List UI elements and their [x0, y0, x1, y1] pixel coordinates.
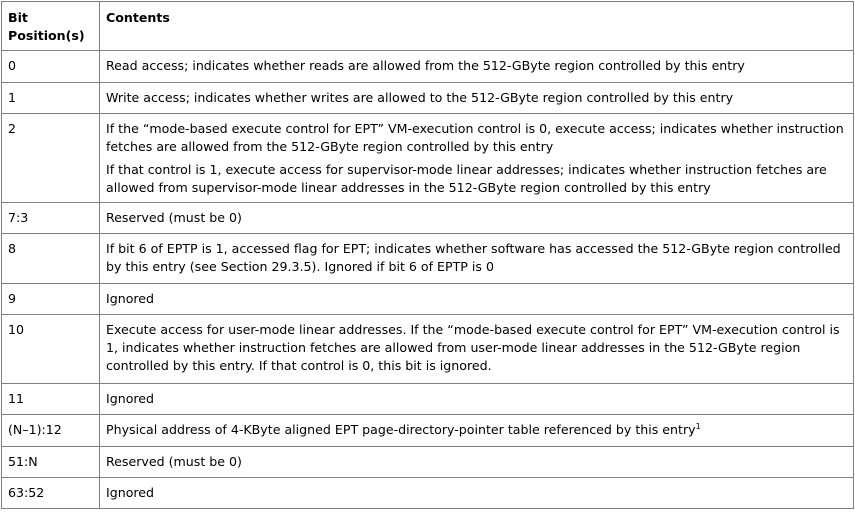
row-contents-cell: Reserved (must be 0) [99, 202, 854, 234]
row-contents-paragraph: If that control is 1, execute access for… [106, 162, 827, 195]
table-row: 9 Ignored [1, 283, 854, 315]
row-bit-cell: 63:52 [1, 477, 100, 509]
row-contents-cell: Write access; indicates whether writes a… [99, 82, 854, 114]
row-contents-cell: Ignored [99, 383, 854, 415]
row-contents-cell: If the “mode-based execute control for E… [99, 113, 854, 203]
row-bit-cell: 2 [1, 113, 100, 203]
row-bit-cell: 51:N [1, 446, 100, 478]
row-bit-cell: 9 [1, 283, 100, 315]
row-bit-cell: (N–1):12 [1, 414, 100, 447]
header-contents: Contents [99, 1, 854, 51]
ept-pml4-entry-format-table: Bit Position(s) Contents 0 Read access; … [1, 1, 854, 509]
table-row: (N–1):12 Physical address of 4-KByte ali… [1, 414, 854, 447]
row-bit-cell: 7:3 [1, 202, 100, 234]
table-row: 11 Ignored [1, 383, 854, 415]
row-bit-cell: 8 [1, 233, 100, 284]
table-row: 7:3 Reserved (must be 0) [1, 202, 854, 234]
row-contents-cell: Ignored [99, 477, 854, 509]
row-contents-cell: Read access; indicates whether reads are… [99, 50, 854, 83]
row-contents-cell: If bit 6 of EPTP is 1, accessed flag for… [99, 233, 854, 284]
row-bit-cell: 0 [1, 50, 100, 83]
table-row: 0 Read access; indicates whether reads a… [1, 50, 854, 83]
row-bit-cell: 1 [1, 82, 100, 114]
header-bit-position: Bit Position(s) [1, 1, 100, 51]
row-contents-cell: Physical address of 4-KByte aligned EPT … [99, 414, 854, 447]
table-row: 2 If the “mode-based execute control for… [1, 113, 854, 203]
table-header-row: Bit Position(s) Contents [1, 1, 854, 51]
row-contents-paragraph: If the “mode-based execute control for E… [106, 121, 844, 154]
row-bit-cell: 10 [1, 314, 100, 384]
row-bit-cell: 11 [1, 383, 100, 415]
table-row: 8 If bit 6 of EPTP is 1, accessed flag f… [1, 233, 854, 284]
table-row: 1 Write access; indicates whether writes… [1, 82, 854, 114]
table-row: 63:52 Ignored [1, 477, 854, 509]
footnote-marker: 1 [695, 422, 701, 431]
row-contents-cell: Ignored [99, 283, 854, 315]
document-page: Bit Position(s) Contents 0 Read access; … [0, 0, 855, 517]
table-row: 10 Execute access for user-mode linear a… [1, 314, 854, 384]
table-row: 51:N Reserved (must be 0) [1, 446, 854, 478]
row-contents-cell: Reserved (must be 0) [99, 446, 854, 478]
row-contents-cell: Execute access for user-mode linear addr… [99, 314, 854, 384]
row-contents-text: Physical address of 4-KByte aligned EPT … [106, 422, 696, 437]
